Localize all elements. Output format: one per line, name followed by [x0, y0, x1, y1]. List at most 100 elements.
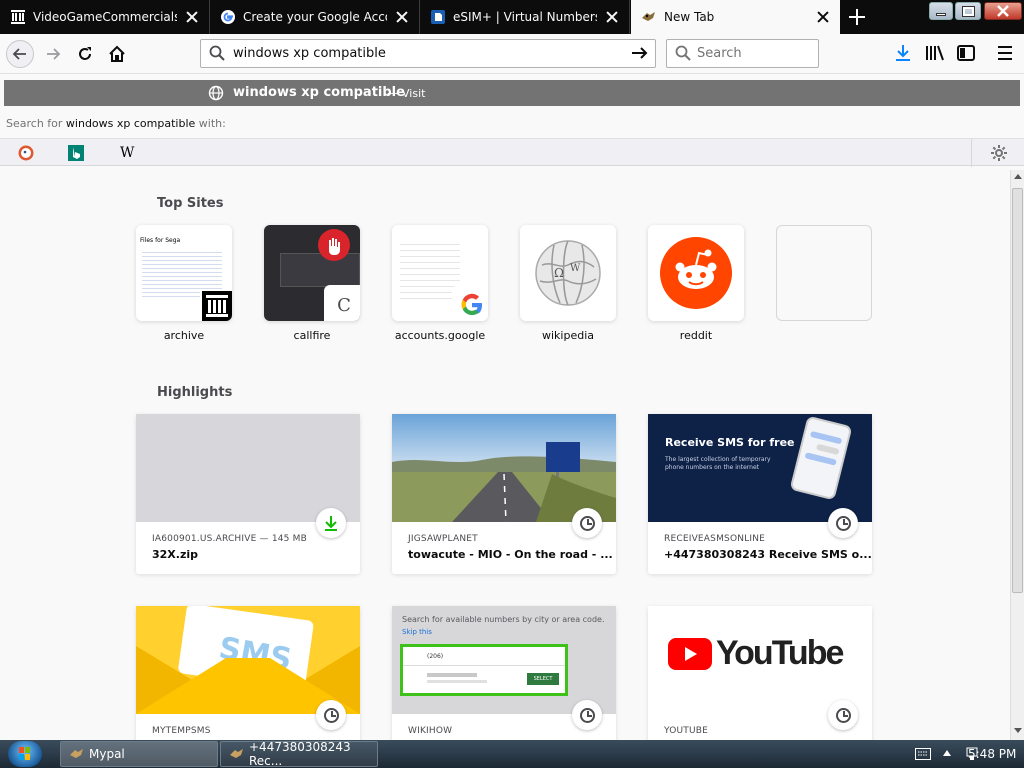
- highlight-host: IA600901.US.ARCHIVE — 145 MB: [152, 534, 308, 544]
- tab-videogamecommercials[interactable]: VideoGameCommercials_2016: [0, 0, 210, 34]
- new-tab-content: Top Sites Files for Sega archive C callf…: [0, 170, 1010, 740]
- url-input[interactable]: windows xp compatible: [233, 46, 386, 61]
- scrollbar-thumb[interactable]: [1012, 188, 1023, 593]
- top-site-label: callfire: [293, 329, 331, 342]
- scroll-down-icon[interactable]: [1014, 728, 1022, 733]
- tab-title: Create your Google Account: [243, 10, 387, 24]
- highlight-card-youtube[interactable]: YouTube YOUTUBE: [648, 606, 872, 740]
- download-icon: [316, 508, 346, 538]
- clock-icon: [572, 508, 602, 538]
- highlight-card-receivesms[interactable]: Receive SMS for free The largest collect…: [648, 414, 872, 574]
- minimize-button[interactable]: [929, 2, 953, 20]
- close-window-button[interactable]: [984, 2, 1022, 20]
- tab-esim[interactable]: eSIM+ | Virtual Numbers Dashb: [420, 0, 630, 34]
- top-site-placeholder: [776, 225, 872, 321]
- highlights-title: Highlights: [157, 385, 233, 400]
- clock-text[interactable]: 5:48 PM: [968, 747, 1016, 761]
- taskbar-item-sms[interactable]: +447380308243 Rec...: [220, 740, 378, 768]
- highlight-card-archive[interactable]: IA600901.US.ARCHIVE — 145 MB 32X.zip: [136, 414, 360, 574]
- svg-text:Ω: Ω: [554, 266, 564, 280]
- highlight-image-title: Search for available numbers by city or …: [402, 615, 605, 624]
- vertical-scrollbar[interactable]: [1010, 170, 1024, 740]
- forward-button[interactable]: [39, 40, 67, 68]
- bing-icon[interactable]: [68, 145, 84, 161]
- wikipedia-icon[interactable]: W: [120, 145, 136, 161]
- top-site-empty: [776, 225, 872, 329]
- highlight-image: [392, 414, 616, 522]
- highlight-image: Receive SMS for free The largest collect…: [648, 414, 872, 522]
- start-button[interactable]: [8, 741, 42, 767]
- highlight-card-mytempsms[interactable]: SMS MYTEMPSMS: [136, 606, 360, 740]
- one-off-search-engines: W: [0, 138, 1024, 167]
- globe-icon: [208, 85, 224, 104]
- url-bar[interactable]: windows xp compatible: [200, 39, 656, 68]
- search-bar[interactable]: Search: [666, 39, 819, 68]
- scroll-up-icon[interactable]: [1014, 174, 1022, 179]
- go-arrow-icon[interactable]: [631, 45, 649, 64]
- highlight-image-query: (206): [427, 653, 444, 660]
- highlight-image-subtitle: The largest collection of temporary phon…: [665, 456, 771, 471]
- highlight-card-jigsawplanet[interactable]: JIGSAWPLANET towacute - MIO - On the roa…: [392, 414, 616, 574]
- top-site-label: wikipedia: [541, 329, 594, 342]
- google-favicon-icon: [220, 9, 236, 25]
- highlight-host: RECEIVEASMSONLINE: [664, 534, 766, 544]
- top-site-wikipedia[interactable]: ΩW wikipedia: [520, 225, 616, 342]
- taskbar-item-mypal[interactable]: Mypal: [60, 741, 218, 767]
- highlight-card-wikihow[interactable]: Search for available numbers by city or …: [392, 606, 616, 740]
- keyboard-icon[interactable]: [915, 748, 931, 763]
- top-site-reddit[interactable]: reddit: [648, 225, 744, 342]
- library-icon[interactable]: [925, 44, 945, 62]
- google-g-icon: [452, 285, 488, 321]
- engine-divider: [971, 139, 972, 167]
- clock-icon: [316, 700, 346, 730]
- stop-hand-icon: [318, 229, 350, 261]
- search-for-query: windows xp compatible: [65, 117, 196, 130]
- taskbar-item-label: Mypal: [89, 747, 125, 761]
- tray-expand-icon[interactable]: [943, 750, 951, 756]
- search-icon: [675, 45, 691, 64]
- highlight-host: MYTEMPSMS: [152, 726, 211, 736]
- top-site-thumbnail: Files for Sega: [136, 225, 232, 321]
- sidebar-icon[interactable]: [957, 44, 975, 62]
- highlight-image-link: Skip this: [402, 628, 432, 636]
- highlight-image: SMS: [136, 606, 360, 714]
- tab-google-account[interactable]: Create your Google Account: [210, 0, 420, 34]
- top-site-label: archive: [163, 329, 205, 342]
- wikipedia-globe-icon: ΩW: [532, 237, 604, 312]
- phone-icon: [789, 415, 853, 501]
- search-icon: [209, 45, 225, 64]
- search-for-prefix: Search for: [6, 117, 63, 130]
- tab-new-tab[interactable]: New Tab: [631, 0, 840, 34]
- archive-logo-icon: [200, 289, 232, 321]
- top-site-archive[interactable]: Files for Sega archive: [136, 225, 232, 342]
- home-button[interactable]: [103, 40, 131, 68]
- suggestion-separator: —: [387, 86, 399, 100]
- maximize-button[interactable]: [955, 2, 981, 20]
- menu-icon[interactable]: [996, 45, 1014, 61]
- top-site-callfire[interactable]: C callfire: [264, 225, 360, 342]
- mypal-icon: [69, 746, 85, 762]
- highlight-host: WIKIHOW: [408, 726, 453, 736]
- reload-button[interactable]: [71, 40, 99, 68]
- back-button[interactable]: [6, 40, 34, 68]
- top-site-thumbnail: ΩW: [520, 225, 616, 321]
- top-site-accounts-google[interactable]: accounts.google: [392, 225, 488, 342]
- highlight-image: [136, 414, 360, 522]
- duckduckgo-icon[interactable]: [18, 145, 34, 161]
- close-tab-icon[interactable]: [395, 10, 409, 24]
- close-tab-icon[interactable]: [605, 10, 619, 24]
- taskbar: Mypal +447380308243 Rec... 5:48 PM: [0, 740, 1024, 768]
- close-tab-icon[interactable]: [185, 10, 199, 24]
- close-tab-icon[interactable]: [816, 10, 830, 24]
- downloads-icon[interactable]: [894, 44, 912, 62]
- highlight-image-select: SELECT: [527, 673, 559, 685]
- taskbar-item-label: +447380308243 Rec...: [249, 740, 351, 768]
- gear-icon[interactable]: [990, 144, 1007, 161]
- tab-title: New Tab: [664, 10, 715, 24]
- clock-icon: [828, 508, 858, 538]
- search-for-label: Search for windows xp compatible with:: [6, 117, 226, 130]
- urlbar-suggestion-row[interactable]: windows xp compatible — Visit: [4, 80, 1020, 106]
- svg-text:W: W: [570, 263, 581, 274]
- new-tab-button[interactable]: [846, 6, 868, 28]
- search-for-suffix: with:: [198, 117, 226, 130]
